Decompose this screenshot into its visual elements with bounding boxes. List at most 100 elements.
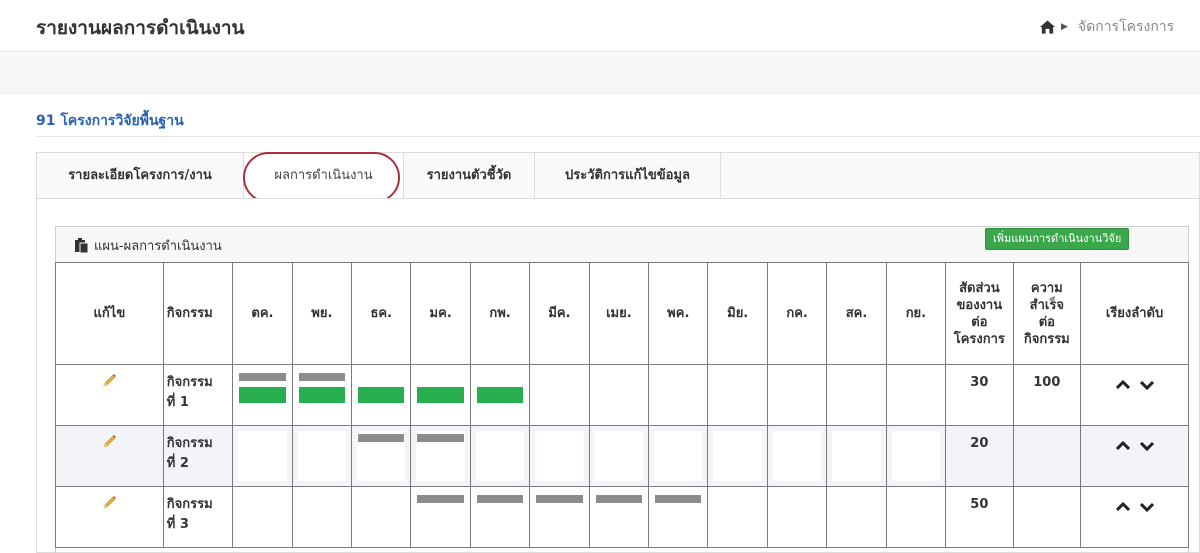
month-cell [826, 364, 887, 426]
month-cell [766, 425, 828, 487]
plan-table: แก้ไข กิจกรรม ตค. พย. ธค. มค. กพ. มีค. เ… [55, 262, 1189, 548]
pencil-icon[interactable] [101, 434, 117, 450]
col-month: มค. [410, 262, 471, 365]
activity-success-value: 100 [1012, 364, 1082, 426]
pencil-icon[interactable] [101, 495, 117, 511]
header-band [0, 53, 1200, 95]
tab-edit-history[interactable]: ประวัติการแก้ไขข้อมูล [535, 153, 721, 198]
panel-title: แผน-ผลการดำเนินงาน [74, 235, 222, 256]
actual-bar [239, 387, 286, 403]
table-row: กิจกรรมที่ 3 50 [55, 486, 1189, 548]
activity-success-value [1012, 486, 1082, 548]
col-month: มิย. [707, 262, 768, 365]
month-cell [707, 364, 768, 426]
activity-name: กิจกรรมที่ 3 [162, 486, 234, 548]
activity-success-value [1012, 425, 1082, 487]
month-cell [588, 364, 650, 426]
month-cell [469, 364, 531, 426]
col-success-line: สำเร็จ [1029, 297, 1064, 313]
activity-name: กิจกรรมที่ 2 [162, 425, 234, 487]
month-cell [232, 425, 293, 487]
activity-name: กิจกรรม ที่ 1 [162, 364, 234, 426]
month-cell [885, 486, 947, 548]
project-share-value: 50 [945, 486, 1014, 548]
divider [36, 136, 1200, 137]
col-project-share: สัดส่วน ของงาน ต่อ โครงการ [945, 262, 1014, 365]
col-month: กค. [766, 262, 828, 365]
activity-name-line: กิจกรรม [166, 497, 213, 512]
month-cell [351, 425, 412, 487]
col-share-line: สัดส่วน [959, 280, 1000, 296]
table-header-row: แก้ไข กิจกรรม ตค. พย. ธค. มค. กพ. มีค. เ… [55, 262, 1189, 365]
plan-bar [655, 495, 702, 503]
month-cell [351, 486, 412, 548]
month-cell [232, 364, 293, 426]
actual-bar [298, 387, 346, 403]
breadcrumb-item-project-manage[interactable]: จัดการโครงการ [1078, 16, 1174, 38]
edit-cell [55, 364, 164, 426]
month-cell-inner [832, 431, 881, 481]
actual-bar [358, 387, 405, 403]
month-cell-inner [297, 431, 347, 481]
activity-name-line: กิจกรรม [166, 436, 213, 451]
month-cell [766, 364, 828, 426]
col-month: พค. [648, 262, 709, 365]
tab-bar: รายละเอียดโครงการ/งาน ผลการดำเนินงาน ราย… [36, 152, 1200, 198]
month-cell [291, 364, 353, 426]
actual-bar [476, 387, 524, 403]
col-edit: แก้ไข [55, 262, 164, 365]
month-cell [885, 425, 947, 487]
actual-bar [417, 387, 464, 403]
plan-bar [595, 495, 643, 503]
col-activity: กิจกรรม [162, 262, 234, 365]
chevron-up-icon[interactable] [1115, 502, 1130, 512]
plan-bar [417, 434, 464, 442]
month-cell [529, 425, 590, 487]
chevron-down-icon[interactable] [1139, 380, 1154, 390]
project-title: 91 โครงการวิจัยพื้นฐาน [36, 113, 184, 129]
month-cell [588, 486, 650, 548]
month-cell [648, 486, 709, 548]
col-order: เรียงลำดับ [1080, 262, 1189, 365]
add-research-plan-button[interactable]: เพิ่มแผนการดำเนินงานวิจัย [985, 228, 1130, 250]
month-cell [291, 425, 353, 487]
chevron-down-icon[interactable] [1139, 502, 1154, 512]
col-share-line: ต่อ [971, 314, 988, 330]
month-cell [648, 364, 709, 426]
month-cell [469, 486, 531, 548]
col-activity-success: ความ สำเร็จ ต่อ กิจกรรม [1012, 262, 1082, 365]
col-month: พย. [291, 262, 353, 365]
edit-cell [55, 425, 164, 487]
month-cell [529, 486, 590, 548]
month-cell [648, 425, 709, 487]
month-cell [529, 364, 590, 426]
tab-performance[interactable]: ผลการดำเนินงาน [244, 153, 404, 198]
col-success-line: ต่อ [1038, 314, 1055, 330]
month-cell-inner [654, 431, 703, 481]
plan-bar [298, 373, 346, 381]
chevron-up-icon[interactable] [1115, 380, 1130, 390]
plan-bar [476, 495, 524, 503]
project-share-value: 30 [945, 364, 1014, 426]
month-cell-inner [713, 431, 762, 481]
month-cell [232, 486, 293, 548]
tab-project-details[interactable]: รายละเอียดโครงการ/งาน [37, 153, 244, 198]
col-month: ธค. [351, 262, 412, 365]
home-icon[interactable] [1040, 20, 1055, 34]
order-cell [1080, 486, 1189, 548]
col-month: มีค. [529, 262, 590, 365]
tab-indicator-report[interactable]: รายงานตัวชี้วัด [404, 153, 535, 198]
activity-name-line: ที่ 2 [166, 456, 189, 471]
edit-cell [55, 486, 164, 548]
caret-right-icon: ▶ [1061, 22, 1068, 32]
month-cell-inner [475, 431, 525, 481]
activity-name-line: ที่ 3 [166, 517, 189, 532]
col-success-line: กิจกรรม [1023, 331, 1070, 347]
chevron-up-icon[interactable] [1115, 441, 1130, 451]
chevron-down-icon[interactable] [1139, 441, 1154, 451]
month-cell [410, 425, 471, 487]
breadcrumb: ▶ จัดการโครงการ [1040, 16, 1174, 38]
col-month: กย. [885, 262, 947, 365]
pencil-icon[interactable] [101, 373, 117, 389]
col-month: กพ. [469, 262, 531, 365]
